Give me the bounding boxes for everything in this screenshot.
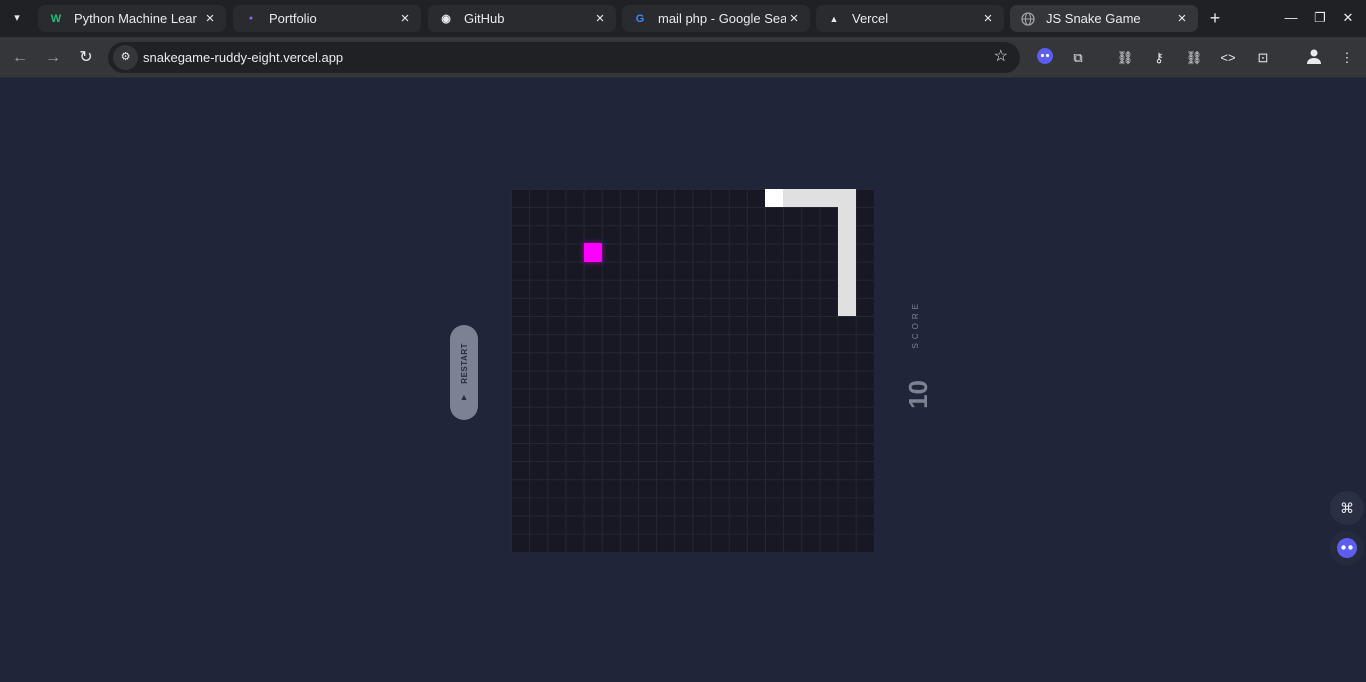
minimize-icon[interactable]: — [1281, 8, 1301, 28]
browser-toolbar: ← → ↻ ⚙ snakegame-ruddy-eight.vercel.app… [0, 37, 1366, 78]
restart-button[interactable]: RESTART ▲ [450, 325, 478, 420]
key-icon[interactable]: ⚷ [1148, 47, 1170, 69]
tab-title: JS Snake Game [1046, 11, 1141, 26]
back-icon[interactable]: ← [8, 46, 32, 70]
tab-favicon-icon: W [50, 12, 62, 25]
score-value: 10 [903, 380, 933, 409]
assistant-icon[interactable] [1330, 531, 1364, 565]
menu-icon[interactable]: ⋮ [1336, 47, 1358, 69]
incognito-icon[interactable]: ⛓ [1114, 47, 1136, 69]
tab-vercel[interactable]: ▲ Vercel × [816, 5, 1004, 32]
snake-segment [837, 279, 856, 298]
snake-segment [819, 189, 838, 208]
score-label: SCORE [911, 300, 920, 349]
new-tab-icon[interactable]: + [1204, 7, 1226, 29]
tab-js-snake-game[interactable]: JS Snake Game × [1010, 5, 1198, 32]
shortcut-grid-icon[interactable]: ⌘ [1330, 491, 1364, 525]
github-icon: ◉ [441, 13, 451, 25]
tab-title: Python Machine Lear [74, 11, 197, 26]
tab-title: mail php - Google Sea [658, 11, 786, 26]
vercel-icon: ▲ [829, 13, 839, 24]
code-icon[interactable]: <> [1217, 47, 1239, 69]
snake-head [765, 189, 784, 208]
forward-icon[interactable]: → [41, 46, 65, 70]
snake-segment [837, 297, 856, 317]
tab-close-icon[interactable]: × [1174, 10, 1190, 27]
tab-close-icon[interactable]: × [397, 10, 413, 27]
tab-close-icon[interactable]: × [202, 10, 218, 27]
game-board[interactable] [511, 189, 874, 552]
tab-strip: ▾ W Python Machine Lear × ● Portfolio × … [0, 0, 1366, 37]
snake-segment [801, 189, 820, 208]
food-pellet [583, 243, 602, 262]
tab-close-icon[interactable]: × [786, 10, 802, 27]
google-icon: G [635, 12, 645, 25]
snake-segment [837, 207, 856, 226]
snake-segment [783, 189, 802, 208]
snake-segment [837, 189, 856, 208]
snake-segment [837, 225, 856, 244]
tab-google-search[interactable]: G mail php - Google Sea × [622, 5, 810, 32]
reload-icon[interactable]: ↻ [74, 46, 98, 70]
tab-python-machine-learning[interactable]: W Python Machine Lear × [38, 5, 226, 32]
url-text[interactable]: snakegame-ruddy-eight.vercel.app [143, 50, 343, 65]
snake-segment [837, 261, 856, 280]
extension-icon[interactable] [1034, 47, 1056, 69]
tab-github[interactable]: ◉ GitHub × [428, 5, 616, 32]
screenshot-icon[interactable]: ⊡ [1252, 47, 1274, 69]
tab-list-icon[interactable]: ▾ [6, 7, 28, 29]
restart-label: RESTART [459, 343, 469, 384]
address-bar[interactable]: ⚙ snakegame-ruddy-eight.vercel.app ☆ [108, 42, 1020, 73]
link-icon[interactable]: ⛓ [1183, 47, 1205, 69]
play-icon: ▲ [459, 391, 469, 402]
tab-title: GitHub [464, 11, 505, 26]
page-content: RESTART ▲ SCORE 10 ⌘ [0, 78, 1366, 682]
site-info-icon[interactable]: ⚙ [113, 45, 138, 70]
tab-title: Vercel [852, 11, 889, 26]
close-window-icon[interactable]: ✕ [1338, 8, 1358, 28]
restore-icon[interactable]: ❐ [1310, 8, 1330, 28]
tab-favicon-icon: ● [248, 15, 254, 22]
tab-close-icon[interactable]: × [980, 10, 996, 27]
bookmark-star-icon[interactable]: ☆ [994, 48, 1008, 66]
tab-portfolio[interactable]: ● Portfolio × [233, 5, 421, 32]
tab-close-icon[interactable]: × [592, 10, 608, 27]
snake-segment [837, 243, 856, 262]
globe-icon [1020, 11, 1036, 27]
puzzle-icon[interactable]: ⧉ [1067, 47, 1089, 69]
tab-title: Portfolio [269, 11, 317, 26]
profile-icon[interactable] [1303, 47, 1325, 69]
